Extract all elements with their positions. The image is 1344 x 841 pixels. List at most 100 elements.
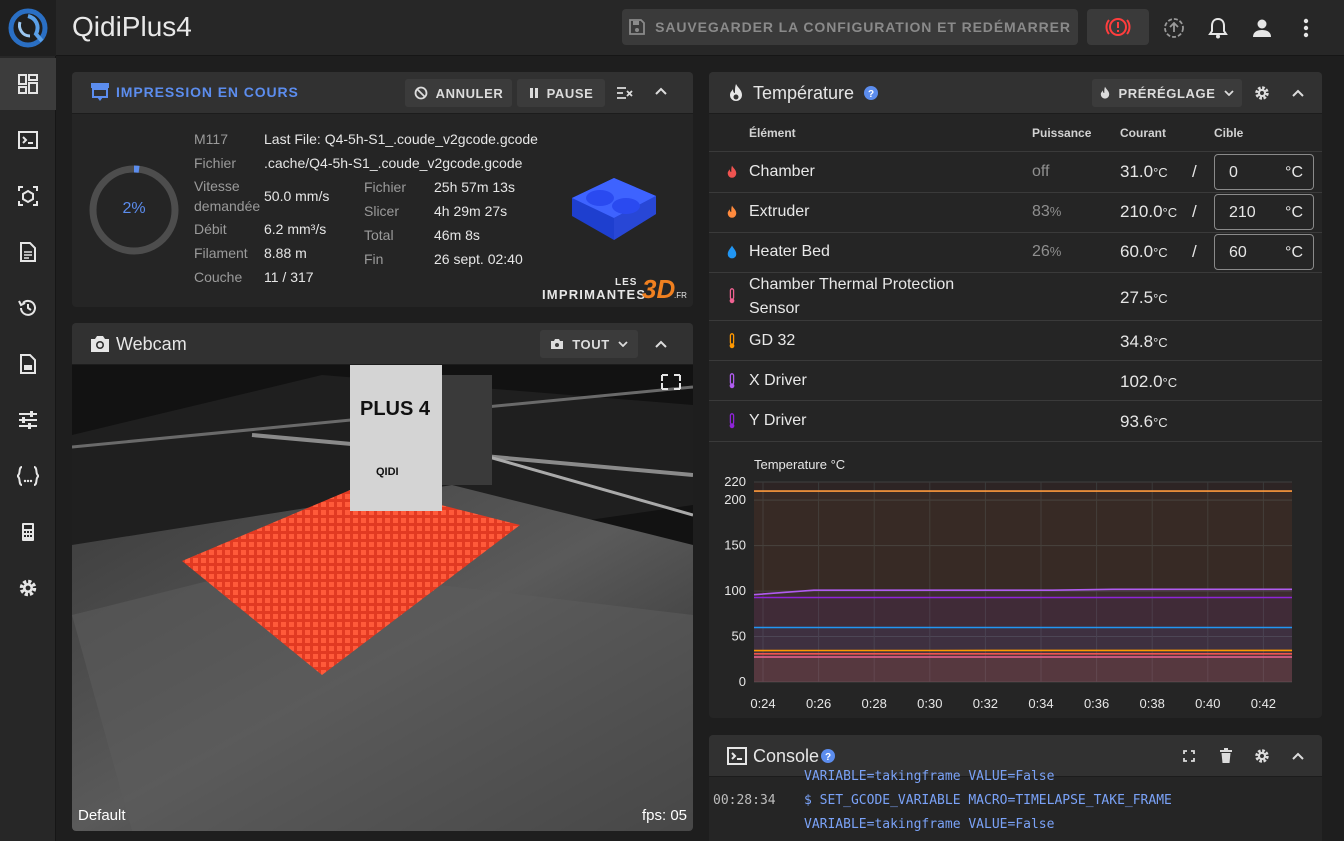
gear-icon[interactable] <box>1253 747 1271 765</box>
help-icon[interactable]: ? <box>864 86 878 100</box>
mainsail-logo-icon <box>8 8 48 48</box>
user-icon[interactable] <box>1248 14 1276 42</box>
divider <box>709 320 1322 321</box>
divider <box>709 192 1322 193</box>
divider <box>709 360 1322 361</box>
print-status-header: IMPRESSION EN COURS ANNULER PAUSE <box>72 72 693 114</box>
sidebar-item-machine-files[interactable] <box>0 338 56 390</box>
watermark-3d: 3D <box>642 274 676 304</box>
thermometer-icon <box>729 373 735 389</box>
sidebar-item-console[interactable] <box>0 114 56 166</box>
emergency-stop-button[interactable] <box>1087 9 1149 45</box>
x-tick-label: 0:30 <box>917 696 942 711</box>
file-value: .cache/Q4-5h-S1_.coude_v2gcode.gcode <box>264 155 523 171</box>
update-icon[interactable] <box>1160 14 1188 42</box>
header-target: Cible <box>1214 126 1244 140</box>
slicer-value: 4h 29m 27s <box>434 203 508 219</box>
chevron-down-icon <box>618 341 628 347</box>
printer-name: QidiPlus4 <box>72 11 192 42</box>
current-chamber: 31.0°C <box>1120 162 1168 181</box>
console-title: Console <box>753 746 820 766</box>
pause-print-button[interactable]: PAUSE <box>517 79 605 107</box>
y-tick-label: 150 <box>724 538 746 553</box>
console-line[interactable]: $ SET_GCODE_VARIABLE MACRO=TIMELAPSE_TAK… <box>804 793 1172 808</box>
sensor-name-chamber-protection[interactable]: Chamber Thermal Protection <box>749 276 954 294</box>
thermometer-icon <box>729 413 735 429</box>
divider <box>709 232 1322 233</box>
y-tick-label: 100 <box>724 583 746 598</box>
x-tick-label: 0:26 <box>806 696 831 711</box>
x-tick-label: 0:40 <box>1195 696 1220 711</box>
total-value: 46m 8s <box>434 227 480 243</box>
sensor-name-heater-bed[interactable]: Heater Bed <box>749 243 830 261</box>
target-input-extruder[interactable]: 210 °C <box>1214 194 1314 230</box>
series-area <box>754 657 1292 682</box>
file-time-label: Fichier <box>364 179 407 195</box>
preset-dropdown[interactable]: PRÉRÉGLAGE <box>1092 79 1242 107</box>
sidebar-item-system[interactable] <box>0 506 56 558</box>
sensor-name-chamber[interactable]: Chamber <box>749 163 815 181</box>
fire-icon <box>727 165 737 178</box>
console-line: VARIABLE=takingframe VALUE=False <box>804 817 1055 832</box>
sidebar-item-gcode-files[interactable] <box>0 226 56 278</box>
top-bar: QidiPlus4 SAUVEGARDER LA CONFIGURATION E… <box>0 0 1344 56</box>
console-panel: Console ? VARIABLE=takingframe VALUE=Fal… <box>709 735 1322 841</box>
app-logo[interactable] <box>0 0 56 56</box>
sidebar-item-settings[interactable] <box>0 562 56 614</box>
divider <box>709 400 1322 401</box>
temperature-chart: 0 50 100 150 200 220 0:24 0:26 0:28 0:30 0:32 0:34 0… <box>724 474 1292 711</box>
sensor-name-extruder[interactable]: Extruder <box>749 203 809 221</box>
dashboard-icon <box>18 74 38 94</box>
header-current: Courant <box>1120 126 1166 140</box>
gear-icon[interactable] <box>1253 84 1271 102</box>
y-tick-label: 0 <box>739 674 746 689</box>
file-time-value: 25h 57m 13s <box>434 179 515 195</box>
speed-value: 50.0 mm/s <box>264 188 330 204</box>
file-chart-icon <box>20 354 36 374</box>
chevron-up-icon[interactable] <box>1292 752 1304 760</box>
app-root: QidiPlus4 SAUVEGARDER LA CONFIGURATION E… <box>0 0 1344 841</box>
target-input-heater-bed[interactable]: 60 °C <box>1214 234 1314 270</box>
sensor-name-y-driver[interactable]: Y Driver <box>749 412 807 430</box>
chevron-up-icon[interactable] <box>655 340 667 348</box>
webcam-fps: fps: 05 <box>641 807 687 824</box>
sidebar-item-heightmap[interactable] <box>0 170 56 222</box>
sidebar-item-tune[interactable] <box>0 394 56 446</box>
camera-icon <box>91 336 109 352</box>
console-timestamp: 00:28:34 <box>713 793 776 808</box>
target-input-chamber[interactable]: 0 °C <box>1214 154 1314 190</box>
cancel-print-button[interactable]: ANNULER <box>405 79 512 107</box>
header-element: Élément <box>749 126 796 140</box>
plus4-label: PLUS 4 <box>360 398 431 420</box>
chevron-up-icon[interactable] <box>1292 89 1304 97</box>
fullscreen-icon[interactable] <box>1183 750 1195 762</box>
chevron-up-icon[interactable] <box>655 87 667 95</box>
x-tick-label: 0:38 <box>1140 696 1165 711</box>
sensor-name-gd32[interactable]: GD 32 <box>749 332 795 350</box>
flow-value: 6.2 mm³/s <box>264 221 327 237</box>
help-icon[interactable]: ? <box>821 749 835 763</box>
printer-3d-icon <box>91 83 109 101</box>
current-chamber-protection: 27.5°C <box>1120 288 1168 307</box>
sidebar-item-config[interactable] <box>0 450 56 502</box>
exclude-object-icon[interactable] <box>616 86 634 100</box>
webcam-filter-dropdown[interactable]: TOUT <box>540 330 638 358</box>
console-line: VARIABLE=takingframe VALUE=False <box>804 769 1055 784</box>
delete-icon[interactable] <box>1220 748 1232 763</box>
svg-text:?: ? <box>868 89 874 100</box>
temperature-title: Température <box>753 83 855 103</box>
save-restart-button[interactable]: SAUVEGARDER LA CONFIGURATION ET REDÉMARR… <box>622 9 1078 45</box>
console-icon <box>18 131 38 149</box>
power-heater-bed: 26% <box>1032 243 1062 260</box>
bell-icon[interactable] <box>1204 14 1232 42</box>
sensor-name-x-driver[interactable]: X Driver <box>749 372 807 390</box>
chevron-down-icon <box>1223 90 1234 96</box>
current-heater-bed: 60.0°C <box>1120 242 1168 261</box>
sidebar-item-history[interactable] <box>0 282 56 334</box>
tune-icon <box>19 411 37 429</box>
eta-label: Fin <box>364 251 384 267</box>
sidebar-item-dashboard[interactable] <box>0 58 56 110</box>
webcam-header: Webcam TOUT <box>72 323 693 365</box>
more-menu-icon[interactable] <box>1292 14 1320 42</box>
save-icon <box>629 19 645 35</box>
